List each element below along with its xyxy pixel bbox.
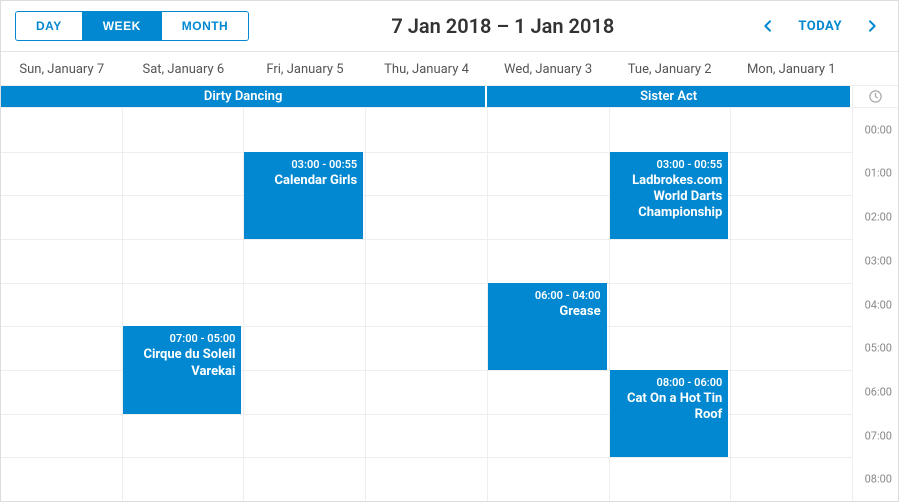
- date-range: 7 Jan 2018 – 1 Jan 2018: [249, 14, 756, 38]
- chevron-right-icon: [864, 18, 880, 34]
- event-time: 06:00 - 04:00: [494, 289, 601, 302]
- day-column[interactable]: 06:00 - 04:00 Grease: [488, 108, 610, 501]
- time-label: 07:00: [865, 429, 892, 442]
- day-headers: Sun, January 7 Sat, January 6 Fri, Janua…: [1, 52, 898, 86]
- event-time: 03:00 - 00:55: [616, 158, 723, 171]
- calendar: DAY WEEK MONTH 7 Jan 2018 – 1 Jan 2018 T…: [0, 0, 899, 502]
- day-header[interactable]: Thu, January 4: [366, 52, 488, 85]
- view-month-button[interactable]: MONTH: [161, 12, 249, 40]
- day-column[interactable]: [366, 108, 488, 501]
- today-button[interactable]: TODAY: [798, 19, 842, 34]
- clock-icon: [868, 89, 883, 104]
- event-title: Ladbrokes.com World Darts Championship: [616, 173, 723, 222]
- day-header[interactable]: Sat, January 6: [123, 52, 245, 85]
- time-label: 01:00: [865, 167, 892, 180]
- event[interactable]: 07:00 - 05:00 Cirque du Soleil Varekai: [123, 326, 242, 413]
- time-label: 02:00: [865, 211, 892, 224]
- time-label: 05:00: [865, 342, 892, 355]
- day-column[interactable]: 03:00 - 00:55 Ladbrokes.com World Darts C…: [610, 108, 732, 501]
- day-header[interactable]: Sun, January 7: [1, 52, 123, 85]
- event-title: Calendar Girls: [250, 173, 357, 189]
- grid-body: 07:00 - 05:00 Cirque du Soleil Varekai 03…: [1, 108, 898, 501]
- event[interactable]: 06:00 - 04:00 Grease: [488, 283, 607, 370]
- event-time: 07:00 - 05:00: [129, 332, 236, 345]
- prev-button[interactable]: [756, 14, 780, 38]
- time-gutter-header: [852, 52, 898, 85]
- event-title: Cat On a Hot Tin Roof: [616, 391, 723, 424]
- time-label: 06:00: [865, 385, 892, 398]
- event-time: 08:00 - 06:00: [616, 376, 723, 389]
- view-switch: DAY WEEK MONTH: [15, 11, 249, 41]
- time-label: 08:00: [865, 473, 892, 486]
- allday-gutter: [852, 86, 898, 107]
- time-track: 00:00 01:00 02:00 03:00 04:00 05:00 06:00 07:00…: [852, 108, 898, 501]
- day-header[interactable]: Fri, January 5: [244, 52, 366, 85]
- day-column[interactable]: [731, 108, 852, 501]
- time-label: 03:00: [865, 254, 892, 267]
- day-column[interactable]: 07:00 - 05:00 Cirque du Soleil Varekai: [123, 108, 245, 501]
- day-header[interactable]: Tue, January 2: [609, 52, 731, 85]
- time-label: 04:00: [865, 298, 892, 311]
- next-button[interactable]: [860, 14, 884, 38]
- event-title: Cirque du Soleil Varekai: [129, 347, 236, 380]
- day-columns: 07:00 - 05:00 Cirque du Soleil Varekai 03…: [1, 108, 852, 501]
- date-nav: TODAY: [756, 14, 884, 38]
- day-header[interactable]: Mon, January 1: [730, 52, 852, 85]
- chevron-left-icon: [760, 18, 776, 34]
- event-time: 03:00 - 00:55: [250, 158, 357, 171]
- day-header[interactable]: Wed, January 3: [487, 52, 609, 85]
- toolbar: DAY WEEK MONTH 7 Jan 2018 – 1 Jan 2018 T…: [1, 1, 898, 52]
- allday-event[interactable]: Dirty Dancing: [1, 86, 487, 107]
- time-label: 00:00: [865, 123, 892, 136]
- event-title: Grease: [494, 304, 601, 320]
- allday-row: Dirty DancingSister Act: [1, 86, 898, 108]
- event[interactable]: 03:00 - 00:55 Ladbrokes.com World Darts C…: [610, 152, 729, 239]
- day-column[interactable]: 03:00 - 00:55 Calendar Girls: [244, 108, 366, 501]
- event[interactable]: 03:00 - 00:55 Calendar Girls: [244, 152, 363, 239]
- view-week-button[interactable]: WEEK: [82, 12, 161, 40]
- event[interactable]: 08:00 - 06:00 Cat On a Hot Tin Roof: [610, 370, 729, 457]
- view-day-button[interactable]: DAY: [16, 12, 82, 40]
- allday-event[interactable]: Sister Act: [487, 86, 852, 107]
- day-column[interactable]: [1, 108, 123, 501]
